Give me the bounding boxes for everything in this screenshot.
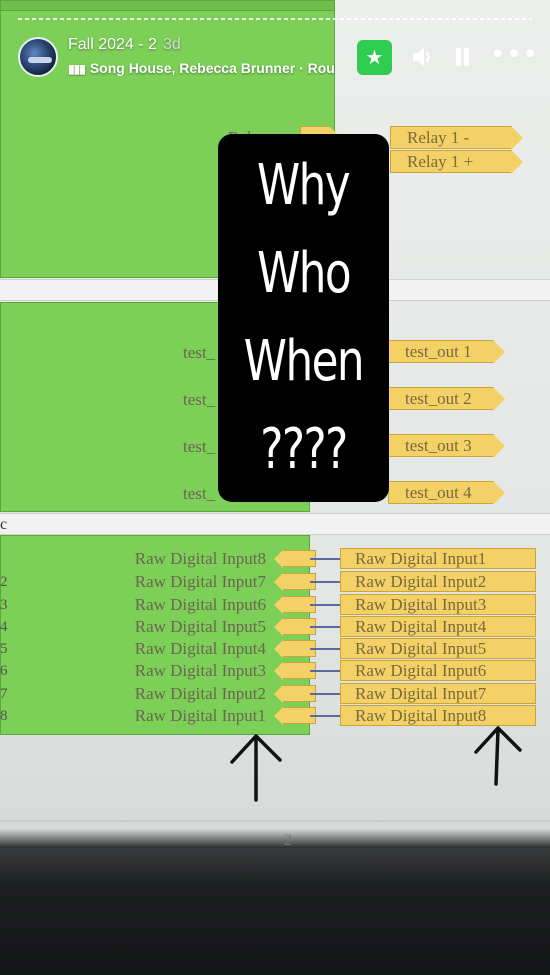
up-arrow-icon xyxy=(474,726,522,786)
up-arrow-icon xyxy=(230,734,282,802)
input-left-label: Raw Digital Input1 xyxy=(134,706,266,725)
pause-button[interactable] xyxy=(447,42,477,72)
wire xyxy=(310,558,340,560)
overlay-text-card: Why Who When ???? xyxy=(218,134,389,502)
wire xyxy=(310,604,340,606)
cut-text: c xyxy=(0,516,8,533)
test-output-3: test_out 3 xyxy=(388,434,505,458)
input-right-label: Raw Digital Input1 xyxy=(340,548,536,569)
test-label: test_ xyxy=(183,343,216,362)
row-number: 3 xyxy=(0,597,8,613)
test-output-2: test_out 2 xyxy=(388,387,505,411)
overlay-line: ???? xyxy=(260,417,348,482)
input-right-label: Raw Digital Input2 xyxy=(340,571,536,592)
story-title[interactable]: Fall 2024 - 2 3d xyxy=(68,36,181,54)
input-right-label: Raw Digital Input4 xyxy=(340,616,536,637)
row-number: 6 xyxy=(0,663,8,679)
input-left-label: Raw Digital Input6 xyxy=(134,595,266,614)
input-right-label: Raw Digital Input8 xyxy=(340,705,536,726)
sound-button[interactable] xyxy=(408,42,438,72)
input-left-label: Raw Digital Input5 xyxy=(134,617,266,636)
avatar[interactable] xyxy=(18,37,58,77)
row-number: 4 xyxy=(0,619,8,635)
music-text[interactable]: Song House, Rebecca Brunner · Rou xyxy=(90,60,335,76)
test-label: test_ xyxy=(183,437,216,456)
overlay-line: When xyxy=(243,329,365,394)
wire xyxy=(310,670,340,672)
input-left-label: Raw Digital Input3 xyxy=(134,661,266,680)
test-output-4: test_out 4 xyxy=(388,481,505,505)
music-attribution[interactable]: ▮▮▮ Song House, Rebecca Brunner · Rou xyxy=(68,60,348,76)
story-title-text[interactable]: Fall 2024 - 2 xyxy=(68,36,157,53)
relay-output-1: Relay 1 - xyxy=(390,126,523,150)
input-left-label: Raw Digital Input2 xyxy=(134,684,266,703)
input-left-label: Raw Digital Input7 xyxy=(134,572,266,591)
more-icon: ••• xyxy=(490,40,540,70)
separator-bar xyxy=(0,513,550,535)
input-left-label: Raw Digital Input8 xyxy=(134,549,266,568)
relay-output-2: Relay 1 + xyxy=(390,150,523,174)
input-right-label: Raw Digital Input3 xyxy=(340,594,536,615)
page-divider xyxy=(0,820,550,822)
test-label: test_ xyxy=(183,484,216,503)
story-header: Fall 2024 - 2 3d ▮▮▮ Song House, Rebecca B… xyxy=(0,30,550,90)
overlay-line: Who xyxy=(257,241,351,306)
row-number: 7 xyxy=(0,686,8,702)
test-output-1: test_out 1 xyxy=(388,340,505,364)
story-age: 3d xyxy=(162,36,181,53)
row-number: 2 xyxy=(0,574,8,590)
wire xyxy=(310,693,340,695)
test-label: test_ xyxy=(183,390,216,409)
input-left-label: Raw Digital Input4 xyxy=(134,639,266,658)
row-number: 8 xyxy=(0,708,8,724)
input-right-label: Raw Digital Input7 xyxy=(340,683,536,704)
row-number: 5 xyxy=(0,641,8,657)
speaker-icon xyxy=(413,48,430,66)
wire xyxy=(310,715,340,717)
wire xyxy=(310,581,340,583)
story-progress-bar xyxy=(18,18,532,20)
overlay-line: Why xyxy=(257,153,351,218)
input-right-label: Raw Digital Input5 xyxy=(340,638,536,659)
monitor-bezel xyxy=(0,848,550,975)
star-icon: ★ xyxy=(365,45,384,69)
more-button[interactable]: ••• xyxy=(490,42,538,72)
input-right-label: Raw Digital Input6 xyxy=(340,660,536,681)
wire xyxy=(310,648,340,650)
music-bars-icon: ▮▮▮ xyxy=(68,62,86,76)
star-button[interactable]: ★ xyxy=(357,40,392,75)
wire xyxy=(310,626,340,628)
